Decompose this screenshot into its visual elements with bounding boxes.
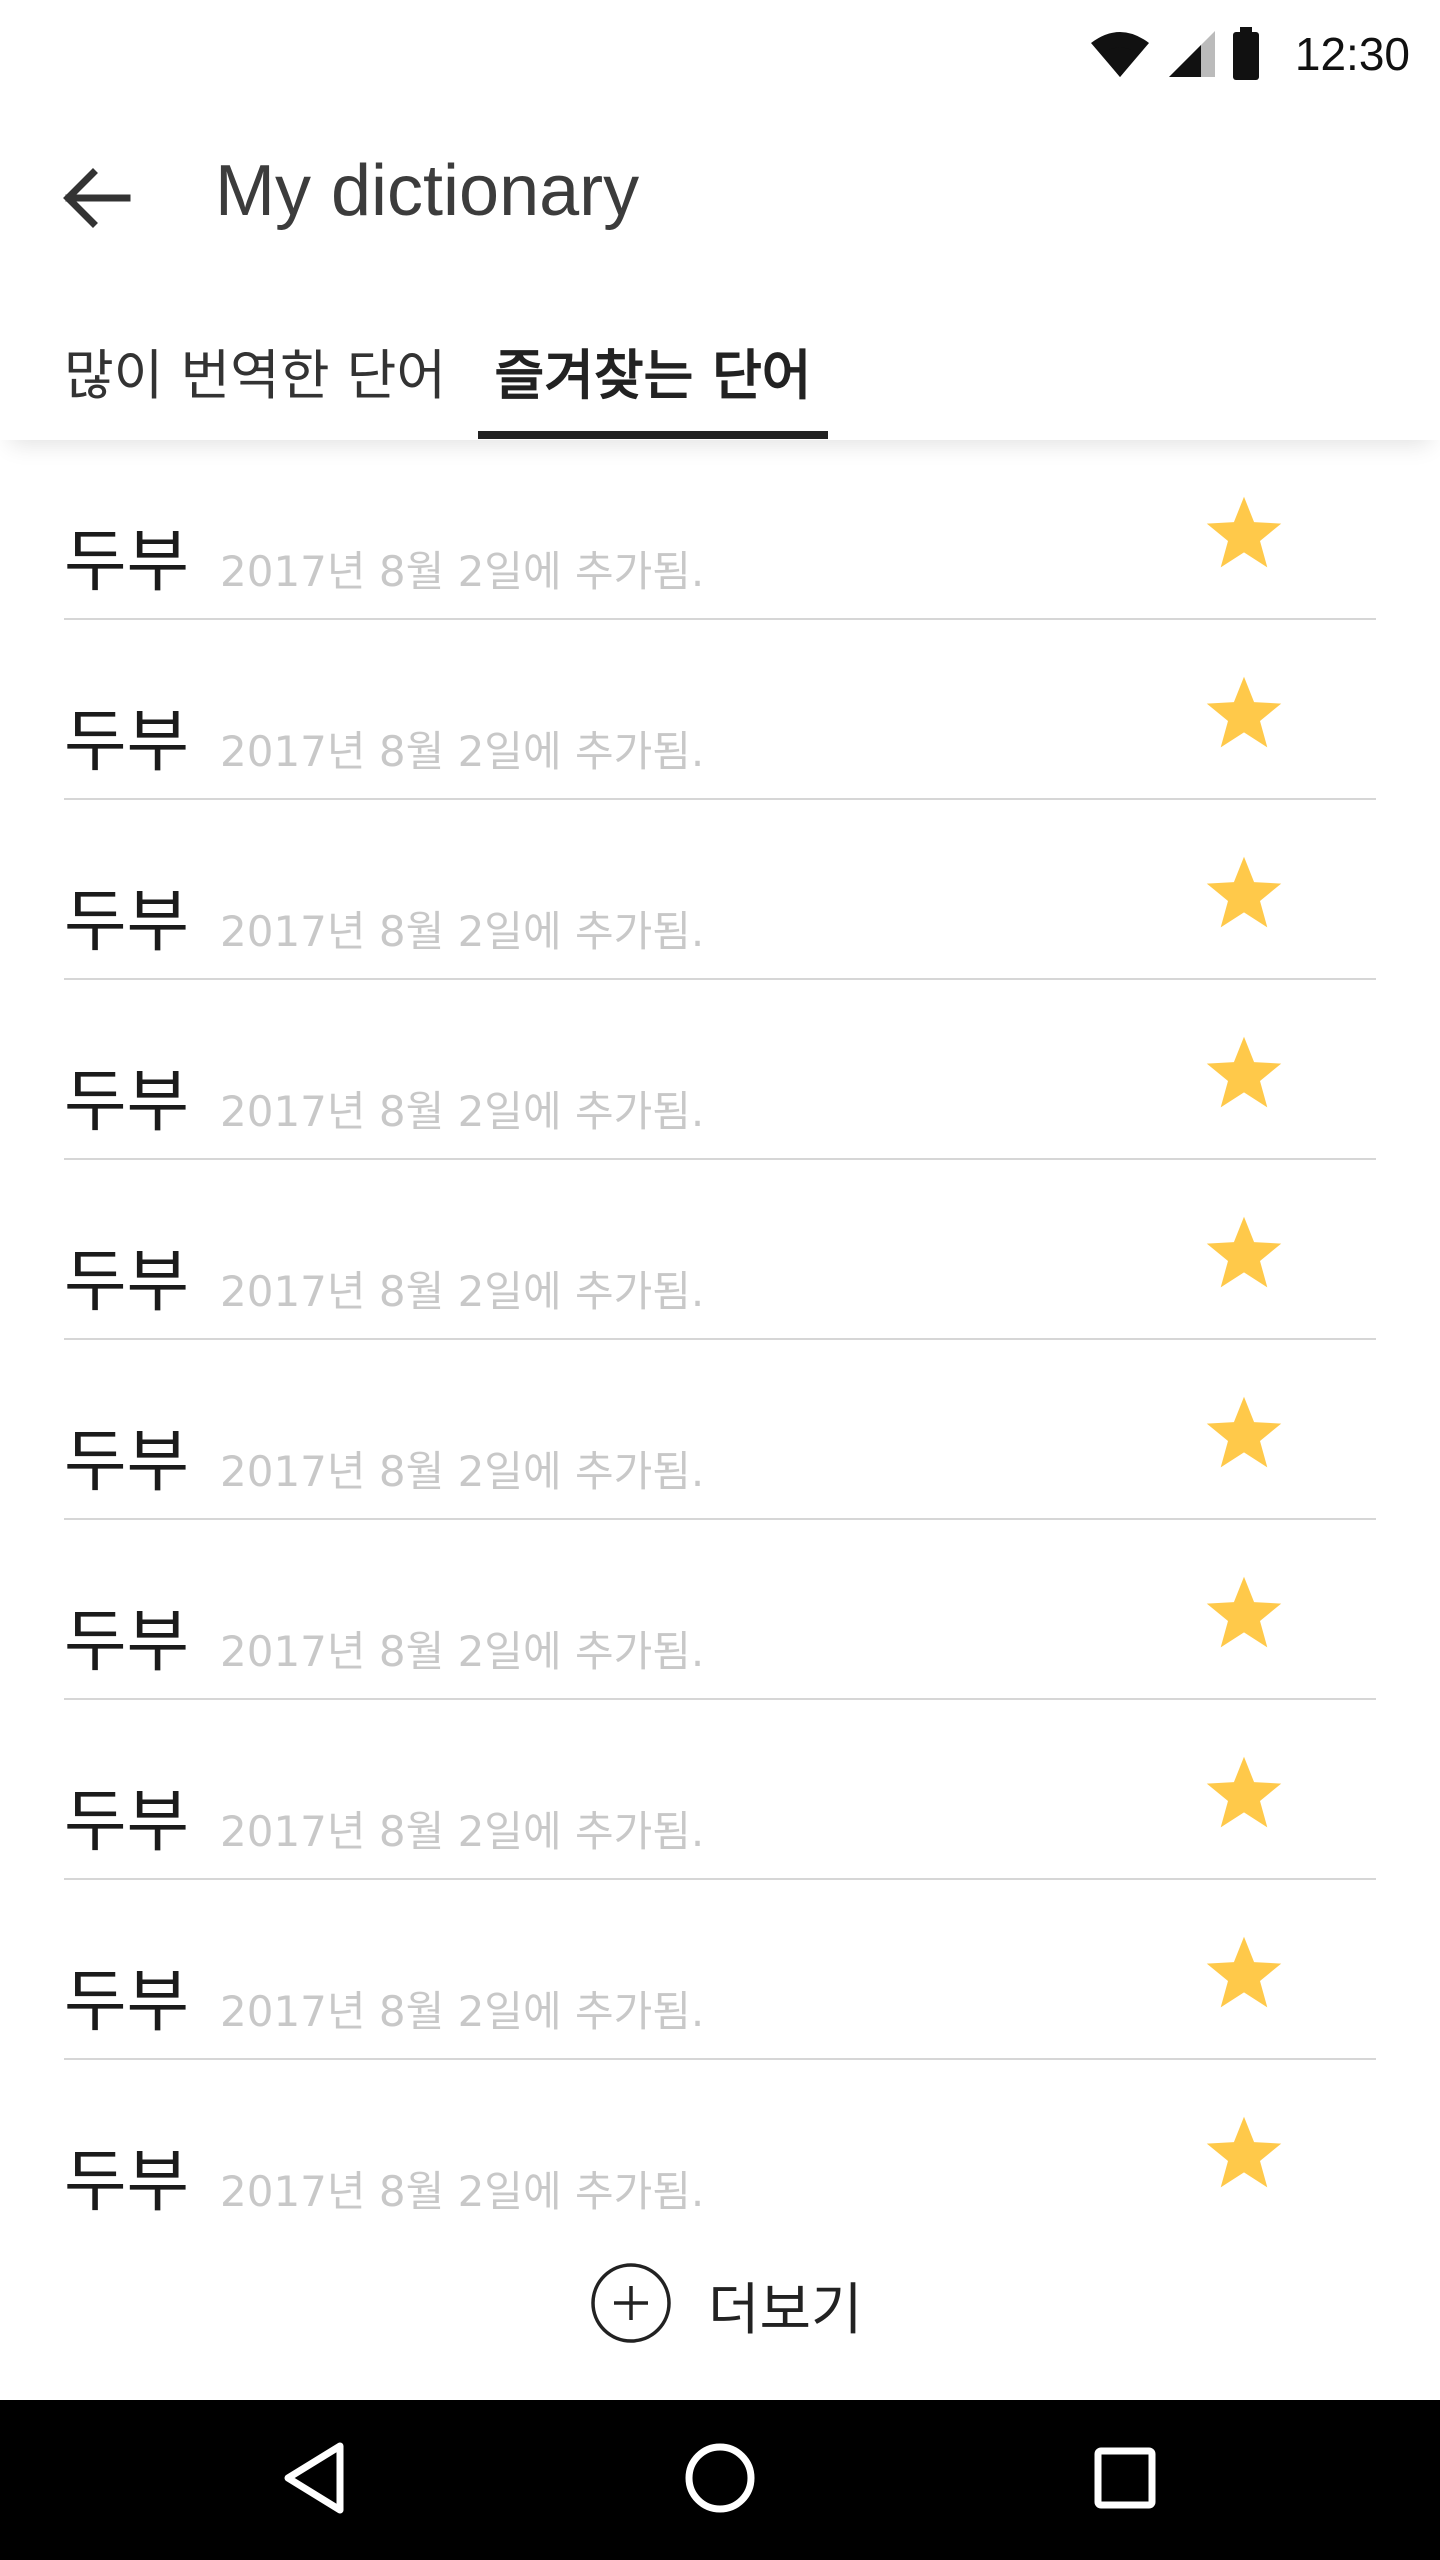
favorite-toggle[interactable] — [1194, 1026, 1294, 1126]
word-text: 두부 — [64, 1063, 190, 1142]
word-text: 두부 — [64, 883, 190, 962]
list-item[interactable]: 두부 2017년 8월 2일에 추가됨. — [64, 980, 1376, 1160]
word-text: 두부 — [64, 703, 190, 782]
word-text: 두부 — [64, 1603, 190, 1682]
date-added-text: 2017년 8월 2일에 추가됨. — [220, 1807, 705, 1856]
star-icon — [1202, 494, 1286, 578]
star-icon — [1202, 854, 1286, 938]
tab-most-translated[interactable]: 많이 번역한 단어 — [60, 300, 450, 440]
arrow-left-icon — [61, 167, 131, 233]
wifi-icon — [1089, 29, 1151, 79]
favorite-toggle[interactable] — [1194, 1746, 1294, 1846]
status-time: 12:30 — [1294, 28, 1410, 80]
app-bar: My dictionary — [0, 120, 1440, 280]
load-more-label: 더보기 — [708, 2277, 863, 2343]
favorite-toggle[interactable] — [1194, 1206, 1294, 1306]
list-item[interactable]: 두부 2017년 8월 2일에 추가됨. — [64, 620, 1376, 800]
nav-back-icon — [280, 2440, 350, 2520]
system-nav-bar — [0, 2400, 1440, 2560]
star-icon — [1202, 1934, 1286, 2018]
list-item[interactable]: 두부 2017년 8월 2일에 추가됨. — [64, 440, 1376, 620]
tab-indicator — [478, 431, 828, 439]
nav-home-button[interactable] — [670, 2430, 770, 2530]
list-item[interactable]: 두부 2017년 8월 2일에 추가됨. — [64, 800, 1376, 980]
cell-signal-icon — [1165, 29, 1217, 79]
nav-recents-button[interactable] — [1075, 2430, 1175, 2530]
date-added-text: 2017년 8월 2일에 추가됨. — [220, 1987, 705, 2036]
date-added-text: 2017년 8월 2일에 추가됨. — [220, 547, 705, 596]
plus-circle-icon — [590, 2262, 672, 2348]
favorite-toggle[interactable] — [1194, 1566, 1294, 1666]
date-added-text: 2017년 8월 2일에 추가됨. — [220, 2167, 705, 2216]
date-added-text: 2017년 8월 2일에 추가됨. — [220, 1447, 705, 1496]
date-added-text: 2017년 8월 2일에 추가됨. — [220, 1267, 705, 1316]
favorite-toggle[interactable] — [1194, 846, 1294, 946]
word-text: 두부 — [64, 2143, 190, 2222]
date-added-text: 2017년 8월 2일에 추가됨. — [220, 907, 705, 956]
page-title: My dictionary — [215, 151, 640, 231]
nav-recents-icon — [1093, 2446, 1157, 2514]
favorite-toggle[interactable] — [1194, 666, 1294, 766]
favorite-toggle[interactable] — [1194, 486, 1294, 586]
word-text: 두부 — [64, 1783, 190, 1862]
star-icon — [1202, 1394, 1286, 1478]
date-added-text: 2017년 8월 2일에 추가됨. — [220, 1627, 705, 1676]
status-bar: 12:30 — [0, 0, 1440, 108]
tab-bar: 많이 번역한 단어 즐겨찾는 단어 — [0, 300, 1440, 440]
list-item[interactable]: 두부 2017년 8월 2일에 추가됨. — [64, 1520, 1376, 1700]
word-list: 두부 2017년 8월 2일에 추가됨. 두부 2017년 8월 2일에 추가됨… — [64, 440, 1376, 2240]
favorite-toggle[interactable] — [1194, 1386, 1294, 1486]
star-icon — [1202, 674, 1286, 758]
star-icon — [1202, 1034, 1286, 1118]
list-item[interactable]: 두부 2017년 8월 2일에 추가됨. — [64, 2060, 1376, 2240]
list-item[interactable]: 두부 2017년 8월 2일에 추가됨. — [64, 1340, 1376, 1520]
battery-icon — [1231, 27, 1261, 81]
screen: 12:30 My dictionary 많이 번역한 단어 즐겨찾는 단어 두부… — [0, 0, 1440, 2560]
nav-back-button[interactable] — [265, 2430, 365, 2530]
load-more-button[interactable]: 더보기 — [590, 2260, 863, 2350]
date-added-text: 2017년 8월 2일에 추가됨. — [220, 1087, 705, 1136]
star-icon — [1202, 1574, 1286, 1658]
list-item[interactable]: 두부 2017년 8월 2일에 추가됨. — [64, 1700, 1376, 1880]
star-icon — [1202, 2114, 1286, 2198]
favorite-toggle[interactable] — [1194, 2106, 1294, 2206]
favorite-toggle[interactable] — [1194, 1926, 1294, 2026]
nav-home-icon — [684, 2442, 756, 2518]
word-text: 두부 — [64, 1423, 190, 1502]
word-text: 두부 — [64, 523, 190, 602]
word-text: 두부 — [64, 1963, 190, 2042]
tab-favorites[interactable]: 즐겨찾는 단어 — [478, 300, 828, 440]
list-item[interactable]: 두부 2017년 8월 2일에 추가됨. — [64, 1160, 1376, 1340]
date-added-text: 2017년 8월 2일에 추가됨. — [220, 727, 705, 776]
word-text: 두부 — [64, 1243, 190, 1322]
star-icon — [1202, 1754, 1286, 1838]
list-item[interactable]: 두부 2017년 8월 2일에 추가됨. — [64, 1880, 1376, 2060]
star-icon — [1202, 1214, 1286, 1298]
back-button[interactable] — [56, 160, 136, 240]
